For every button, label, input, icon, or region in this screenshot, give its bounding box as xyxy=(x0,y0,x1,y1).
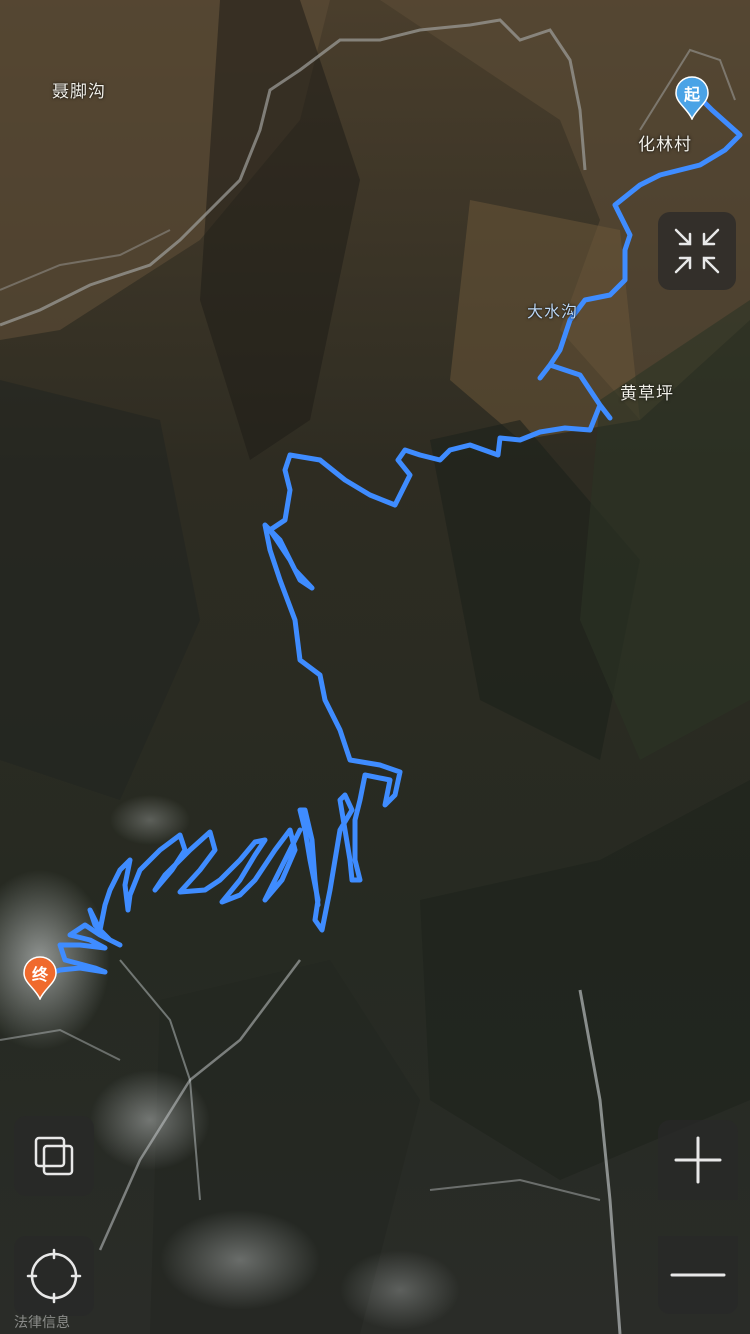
layers-icon xyxy=(34,1136,74,1176)
start-marker-label: 起 xyxy=(683,85,700,104)
zoom-in-button[interactable] xyxy=(658,1120,738,1200)
zoom-out-button[interactable] xyxy=(658,1236,738,1314)
minus-icon xyxy=(670,1273,726,1277)
plus-icon xyxy=(674,1136,722,1184)
crosshair-icon xyxy=(26,1248,82,1304)
satellite-map[interactable]: 聂脚沟 化林村 大水沟 黄草坪 起 终 法律信息 xyxy=(0,0,750,1334)
locate-button[interactable] xyxy=(14,1236,94,1316)
legal-info-link[interactable]: 法律信息 xyxy=(14,1312,70,1332)
satellite-terrain xyxy=(0,0,750,1334)
place-label-dashuigou: 大水沟 xyxy=(527,302,579,321)
place-label-huangcaoping: 黄草坪 xyxy=(620,384,674,404)
place-label-hualincun: 化林村 xyxy=(638,135,692,155)
place-label-niejiaogou: 聂脚沟 xyxy=(52,82,106,102)
end-marker[interactable]: 终 xyxy=(23,956,57,1000)
collapse-arrows-icon xyxy=(674,228,720,274)
end-marker-label: 终 xyxy=(31,965,48,984)
layers-button[interactable] xyxy=(14,1116,94,1196)
start-marker[interactable]: 起 xyxy=(675,76,709,120)
collapse-fullscreen-button[interactable] xyxy=(658,212,736,290)
